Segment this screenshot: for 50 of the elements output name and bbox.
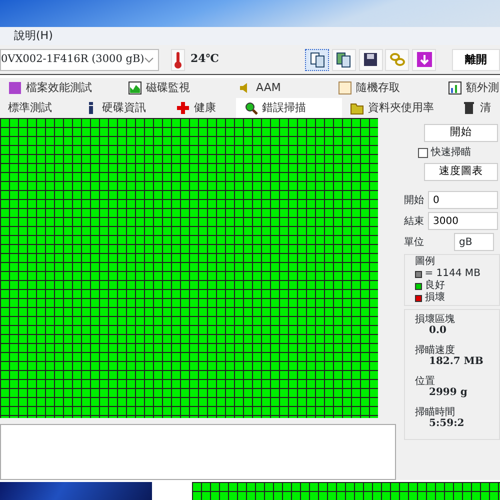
folder-icon [350,101,364,115]
thermometer-icon [171,48,184,70]
chart-icon [128,81,142,95]
tab[interactable]: 健康 [168,98,236,118]
stat-value: 5:59:2 [428,419,466,429]
tab[interactable]: 隨機存取 [330,78,440,98]
tab[interactable]: AAM [230,78,330,98]
legend-label: 良好 [424,280,445,292]
field-label: 開始 [404,194,424,208]
input-field[interactable]: 3000 [428,212,498,230]
copy-icon[interactable] [305,48,329,70]
bar-chart-icon [448,81,462,95]
tab[interactable]: 標準測試 [0,98,76,118]
caret-icon [144,56,154,62]
stat-value: 182.7 MB [428,357,484,367]
start-button[interactable]: 開始 [424,124,498,142]
tab[interactable]: 硬碟資訊 [76,98,168,118]
stat-label: 掃瞄時間 [415,407,456,418]
square-icon [8,81,22,95]
unit-dropdown[interactable]: gB [454,233,494,251]
cross-icon [176,101,190,115]
quick-scan-checkbox[interactable]: 快速掃瞄 [418,145,500,160]
legend-title: 圖例 [415,256,436,268]
tab[interactable]: 檔案效能測試 [0,78,120,98]
drive-dropdown[interactable]: 0VX002-1F416R (3000 gB) [0,48,160,70]
legend-label: 損壞 [424,292,445,304]
field-label: 單位 [404,236,424,250]
tab[interactable]: 資料夾使用率 [342,98,454,118]
stat-value: 0.0 [428,326,448,336]
speed-chart-button[interactable]: 速度圖表 [424,163,498,181]
tab[interactable]: 磁碟監視 [120,78,230,98]
input-field[interactable]: 0 [428,191,498,209]
tab[interactable]: 清 [454,98,499,118]
stat-label: 掃瞄速度 [415,345,456,356]
download-icon[interactable] [412,48,436,70]
dotted-square-icon [338,81,352,95]
stat-label: 位置 [415,376,436,388]
tab[interactable]: 錯誤掃描 [236,98,342,118]
trash-icon [462,101,476,115]
tab[interactable]: 額外測 [440,78,500,98]
magnifier-icon [244,101,258,115]
stat-value: 2999 g [428,388,468,398]
exit-button[interactable]: 離開 [452,48,500,70]
save-icon[interactable] [358,48,382,70]
field-label: 結束 [404,214,424,228]
stat-label: 損壞區塊 [415,314,456,326]
temperature-reading: 24℃ [190,51,219,68]
legend-label: = 1144 MB [424,268,480,280]
copy-image-icon[interactable] [332,48,356,70]
menu-item[interactable]: 說明(H) [14,28,53,44]
